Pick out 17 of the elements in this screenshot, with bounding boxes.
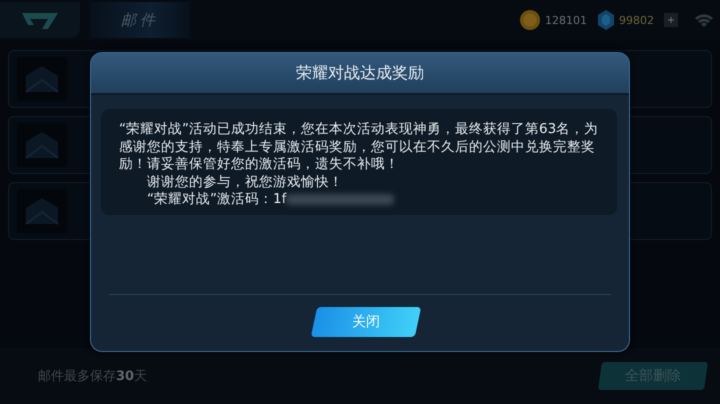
gem-icon — [597, 9, 615, 31]
page-title: 邮件 — [90, 2, 190, 38]
reward-message: “荣耀对战”活动已成功结束，您在本次活动表现神勇，最终获得了第63名，为感谢您的支持，特奉上专属激活码奖励，您可以在不久后的公测中兑换完整奖励！请妥善保管好您的激活码，遗失不补哦！ — [119, 121, 600, 174]
coin-icon — [519, 9, 541, 31]
envelope-icon — [24, 64, 60, 94]
envelope-icon — [24, 130, 60, 160]
back-button[interactable] — [0, 2, 80, 38]
close-button[interactable]: 关闭 — [310, 307, 422, 337]
retention-note: 邮件最多保存30天 — [38, 368, 148, 385]
thanks-text: 谢谢您的参与，祝您游戏愉快！ — [147, 174, 343, 190]
dialog-title: 荣耀对战达成奖励 — [296, 62, 424, 84]
coin-amount: 128101 — [545, 14, 587, 26]
add-button[interactable]: + — [664, 13, 678, 27]
envelope-icon — [24, 196, 60, 226]
activation-code: “荣耀对战”激活码：1f — [147, 191, 286, 207]
diamond-amount: 99802 — [619, 14, 654, 26]
wifi-icon — [694, 12, 714, 28]
